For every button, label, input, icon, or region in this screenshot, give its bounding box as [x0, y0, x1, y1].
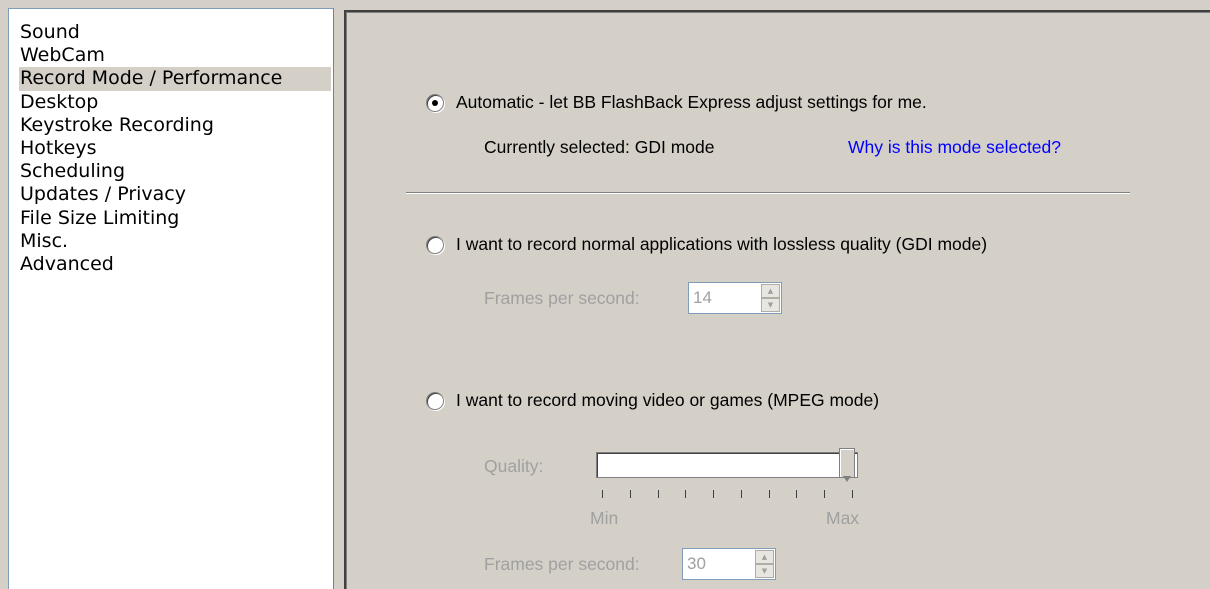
- gdi-fps-label: Frames per second:: [484, 288, 640, 308]
- spin-up-arrow-icon[interactable]: ▲: [755, 550, 774, 564]
- quality-tick-mark: [657, 490, 659, 498]
- sidebar-item-updates-privacy[interactable]: Updates / Privacy: [19, 183, 331, 206]
- why-mode-link[interactable]: Why is this mode selected?: [848, 137, 1061, 158]
- mpeg-option[interactable]: I want to record moving video or games (…: [426, 390, 879, 411]
- quality-tick-mark: [824, 490, 826, 498]
- radio-selected-dot: [432, 99, 438, 106]
- mpeg-fps-input[interactable]: [683, 549, 755, 579]
- quality-tick-mark: [685, 490, 687, 498]
- quality-max-label: Max: [826, 508, 860, 528]
- quality-tick-mark: [713, 490, 715, 498]
- quality-label: Quality:: [484, 456, 544, 476]
- gdi-option-label[interactable]: I want to record normal applications wit…: [456, 234, 987, 255]
- quality-tick-mark: [768, 490, 770, 498]
- gdi-fps-input[interactable]: [689, 283, 761, 313]
- automatic-option-label[interactable]: Automatic - let BB FlashBack Express adj…: [456, 92, 927, 113]
- sidebar-item-scheduling[interactable]: Scheduling: [19, 160, 331, 183]
- quality-tick-mark: [852, 490, 853, 498]
- quality-tick-mark: [796, 490, 798, 498]
- sidebar-item-hotkeys[interactable]: Hotkeys: [19, 137, 331, 160]
- current-mode-text: Currently selected: GDI mode: [484, 137, 715, 157]
- sidebar-item-keystroke-recording[interactable]: Keystroke Recording: [19, 114, 331, 137]
- spin-down-arrow-icon[interactable]: ▼: [761, 298, 780, 312]
- gdi-option[interactable]: I want to record normal applications wit…: [426, 234, 987, 255]
- section-divider: [406, 192, 1130, 194]
- gdi-radio[interactable]: [426, 235, 444, 254]
- sidebar-item-misc[interactable]: Misc.: [19, 230, 331, 253]
- mpeg-fps-stepper[interactable]: ▲ ▼: [682, 548, 776, 580]
- record-mode-panel: Automatic - let BB FlashBack Express adj…: [344, 10, 1210, 589]
- quality-tick-mark: [740, 490, 742, 498]
- automatic-option[interactable]: Automatic - let BB FlashBack Express adj…: [426, 92, 927, 113]
- quality-slider-thumb[interactable]: [839, 448, 855, 482]
- sidebar-item-advanced[interactable]: Advanced: [19, 253, 331, 276]
- mpeg-radio[interactable]: [426, 391, 444, 410]
- sidebar-item-webcam[interactable]: WebCam: [19, 44, 331, 67]
- quality-tick-mark: [629, 490, 631, 498]
- automatic-radio[interactable]: [426, 93, 444, 112]
- gdi-fps-stepper[interactable]: ▲ ▼: [688, 282, 782, 314]
- sidebar-item-file-size-limiting[interactable]: File Size Limiting: [19, 207, 331, 230]
- quality-min-label: Min: [590, 508, 619, 528]
- quality-slider-track[interactable]: [596, 452, 858, 478]
- quality-tick-mark: [602, 490, 603, 498]
- spin-down-arrow-icon[interactable]: ▼: [755, 564, 774, 578]
- mpeg-fps-label: Frames per second:: [484, 554, 640, 574]
- category-list[interactable]: Sound WebCam Record Mode / Performance D…: [8, 8, 334, 589]
- sidebar-item-desktop[interactable]: Desktop: [19, 91, 331, 114]
- sidebar-item-sound[interactable]: Sound: [19, 21, 331, 44]
- spin-up-arrow-icon[interactable]: ▲: [761, 284, 780, 298]
- sidebar-item-record-mode[interactable]: Record Mode / Performance: [19, 67, 331, 91]
- mpeg-option-label[interactable]: I want to record moving video or games (…: [456, 390, 879, 411]
